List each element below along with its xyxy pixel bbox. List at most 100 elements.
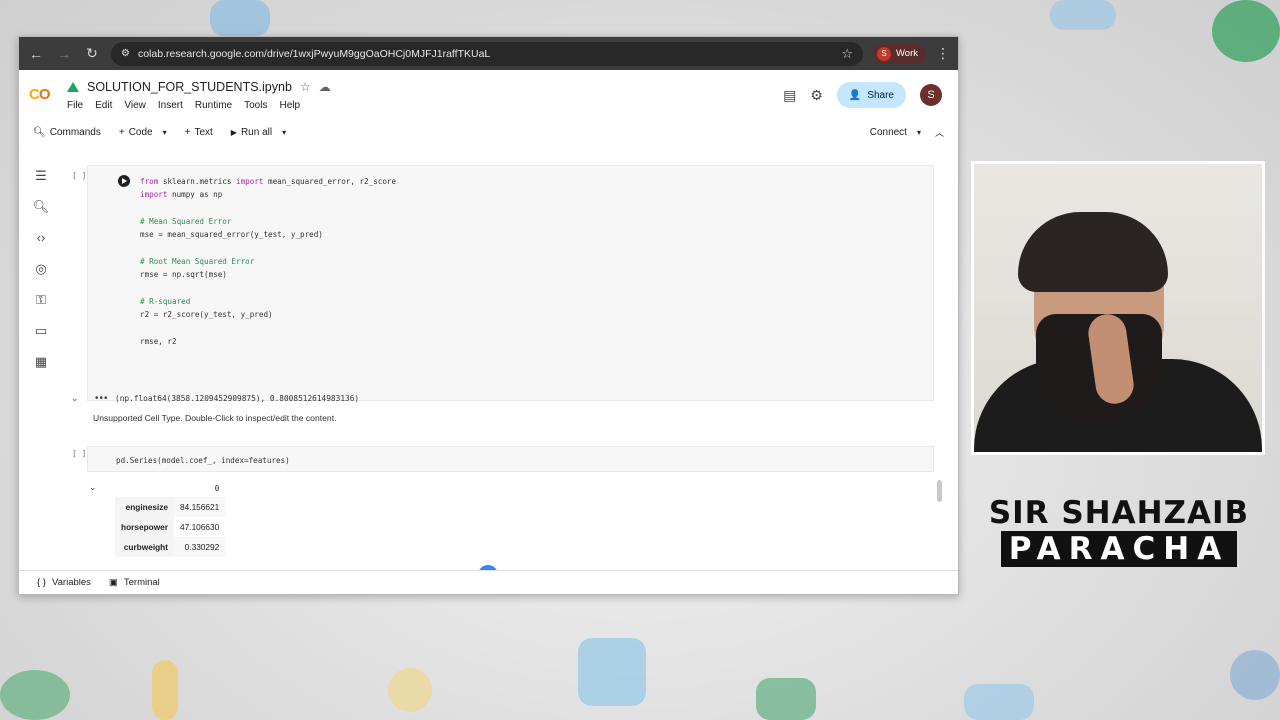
table-row: enginesize 84.156621 bbox=[115, 497, 226, 517]
colab-logo[interactable]: CO bbox=[29, 84, 55, 104]
plus-icon: + bbox=[184, 126, 191, 138]
presenter-video bbox=[974, 164, 1262, 452]
menu-runtime[interactable]: Runtime bbox=[195, 100, 232, 111]
menu-tools[interactable]: Tools bbox=[244, 100, 267, 111]
collapse-output-icon[interactable]: ⌄ bbox=[89, 482, 97, 493]
address-bar[interactable]: ⚙ colab.research.google.com/drive/1wxjPw… bbox=[111, 41, 863, 66]
row-value: 84.156621 bbox=[174, 497, 226, 517]
connect-button[interactable]: Connect ▾ bbox=[870, 127, 921, 138]
code-keyword: import bbox=[236, 177, 264, 186]
left-sidebar: ☰ 🔍︎ ‹› ◎ ⚿ ▭ ▦ bbox=[19, 162, 63, 570]
variables-inspector-icon[interactable]: ◎ bbox=[35, 261, 46, 278]
code-editor[interactable]: pd.Series(model.coef_, index=features) bbox=[116, 454, 290, 467]
table-of-contents-icon[interactable]: ☰ bbox=[35, 168, 47, 185]
menu-help[interactable]: Help bbox=[279, 100, 300, 111]
code-text: mse = mean_squared_error(y_test, y_pred) bbox=[140, 230, 323, 240]
variables-label: Variables bbox=[52, 577, 91, 588]
comment-icon[interactable]: ▤ bbox=[783, 87, 796, 104]
cell-execution-count: [ ] bbox=[72, 449, 87, 458]
unsupported-cell-message[interactable]: Unsupported Cell Type. Double-Click to i… bbox=[93, 413, 336, 423]
cloud-icon[interactable]: ☁ bbox=[319, 80, 331, 94]
menu-bar: File Edit View Insert Runtime Tools Help bbox=[67, 100, 331, 111]
scrollbar-thumb[interactable] bbox=[937, 480, 942, 502]
menu-edit[interactable]: Edit bbox=[95, 100, 112, 111]
menu-insert[interactable]: Insert bbox=[158, 100, 183, 111]
notebook-title[interactable]: SOLUTION_FOR_STUDENTS.ipynb bbox=[87, 80, 292, 94]
output-menu-icon[interactable]: ••• bbox=[95, 393, 109, 404]
run-all-label: Run all bbox=[240, 126, 273, 138]
code-text: rmse = np.sqrt(mse) bbox=[140, 270, 227, 280]
table-row: horsepower 47.106630 bbox=[115, 517, 225, 537]
reload-icon[interactable]: ↻ bbox=[83, 45, 101, 62]
run-cell-icon[interactable] bbox=[118, 175, 130, 187]
run-all-button[interactable]: ▶ Run all ▾ bbox=[231, 127, 286, 138]
chevron-down-icon[interactable]: ▾ bbox=[917, 128, 921, 137]
row-label: enginesize bbox=[115, 497, 175, 517]
add-text-button[interactable]: + Text bbox=[185, 127, 213, 138]
settings-gear-icon[interactable]: ⚙ bbox=[810, 87, 823, 104]
secrets-key-icon[interactable]: ⚿ bbox=[36, 292, 46, 309]
terminal-button[interactable]: ▣ Terminal bbox=[109, 577, 160, 588]
row-label: curbweight bbox=[115, 537, 175, 557]
code-text: sklearn.metrics bbox=[158, 177, 237, 186]
brand-line-1: SIR SHAHZAIB bbox=[988, 495, 1250, 531]
star-icon[interactable]: ☆ bbox=[300, 80, 311, 94]
code-editor[interactable]: from sklearn.metrics import mean_squared… bbox=[140, 175, 396, 348]
find-icon[interactable]: 🔍︎ bbox=[33, 199, 50, 216]
background-logo bbox=[1050, 0, 1116, 30]
code-comment: # R-squared bbox=[140, 296, 191, 306]
code-text: r2 = r2_score(y_test, y_pred) bbox=[140, 309, 273, 319]
browser-toolbar: ← → ↻ ⚙ colab.research.google.com/drive/… bbox=[19, 37, 958, 70]
background-logo bbox=[152, 660, 178, 720]
background-logo bbox=[964, 684, 1034, 720]
menu-file[interactable]: File bbox=[67, 100, 83, 111]
chevron-down-icon[interactable]: ▾ bbox=[163, 128, 167, 137]
row-value: 47.106630 bbox=[180, 522, 220, 532]
play-icon: ▶ bbox=[230, 127, 237, 137]
collapse-output-icon[interactable]: ⌄ bbox=[71, 393, 79, 404]
presenter-hair bbox=[1018, 212, 1168, 292]
status-bar: { } Variables ▣ Terminal bbox=[19, 570, 958, 594]
table-row: curbweight 0.330292 bbox=[115, 537, 226, 557]
variables-button[interactable]: { } Variables bbox=[37, 577, 91, 588]
collapse-header-icon[interactable]: ︿ bbox=[935, 126, 944, 139]
background-logo bbox=[388, 668, 432, 712]
commands-button[interactable]: 🔍︎ Commands bbox=[33, 127, 101, 138]
background-logo bbox=[210, 0, 270, 36]
code-snippets-icon[interactable]: ‹› bbox=[37, 230, 46, 247]
profile-label: Work bbox=[896, 48, 918, 59]
series-output: 0 enginesize 84.156621 horsepower 47.106… bbox=[115, 480, 226, 557]
colab-header: CO SOLUTION_FOR_STUDENTS.ipynb ☆ ☁ File … bbox=[19, 70, 958, 120]
cell-execution-count: [ ] bbox=[72, 171, 87, 180]
terminal-icon: ▣ bbox=[108, 577, 118, 588]
back-icon[interactable]: ← bbox=[27, 46, 45, 62]
row-value: 0.330292 bbox=[174, 537, 226, 557]
bookmark-star-icon[interactable]: ☆ bbox=[841, 46, 853, 62]
profile-button[interactable]: S Work bbox=[873, 43, 926, 64]
chevron-down-icon[interactable]: ▾ bbox=[282, 128, 286, 137]
background-logo bbox=[578, 638, 646, 706]
background-logo bbox=[0, 670, 70, 720]
text-label: Text bbox=[194, 126, 213, 138]
series-column-header: 0 bbox=[214, 484, 220, 493]
drive-icon bbox=[67, 81, 79, 93]
commands-label: Commands bbox=[49, 126, 101, 138]
profile-avatar: S bbox=[877, 46, 891, 61]
forward-icon[interactable]: → bbox=[55, 46, 73, 62]
share-button[interactable]: 👤 Share bbox=[836, 82, 906, 108]
variables-icon: { } bbox=[37, 577, 46, 588]
data-table-icon[interactable]: ▦ bbox=[35, 354, 47, 371]
account-avatar[interactable]: S bbox=[920, 84, 942, 106]
code-cell-series[interactable]: [ ] pd.Series(model.coef_, index=feature… bbox=[72, 446, 934, 472]
menu-view[interactable]: View bbox=[124, 100, 146, 111]
code-cell-metrics[interactable]: [ ] from sklearn.metrics import mean_squ… bbox=[72, 165, 934, 401]
cell-output: ⌄ ••• (np.float64(3858.1209452909875), 0… bbox=[71, 387, 934, 409]
add-code-button[interactable]: + Code ▾ bbox=[119, 127, 167, 138]
code-comment: # Root Mean Squared Error bbox=[140, 256, 255, 266]
series-table: 0 enginesize 84.156621 horsepower 47.106… bbox=[115, 480, 226, 557]
files-folder-icon[interactable]: ▭ bbox=[35, 323, 47, 340]
site-info-icon[interactable]: ⚙ bbox=[121, 48, 130, 59]
browser-menu-icon[interactable]: ⋮ bbox=[936, 45, 950, 62]
output-text: (np.float64(3858.1209452909875), 0.80085… bbox=[115, 393, 360, 403]
background-logo bbox=[1212, 0, 1280, 62]
